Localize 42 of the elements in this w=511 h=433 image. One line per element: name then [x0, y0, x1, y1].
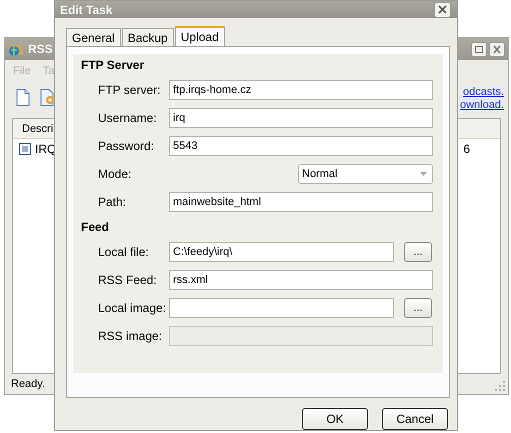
dropdown[interactable]: Normal	[298, 164, 433, 184]
table-cell: 6	[463, 142, 470, 156]
field-label: Username:	[98, 111, 158, 125]
link[interactable]: ownload.	[460, 99, 504, 112]
caret-icon	[420, 172, 427, 176]
section-heading: Feed	[81, 219, 110, 236]
section-heading: FTP Server	[81, 57, 146, 74]
field-label: Password:	[98, 139, 156, 153]
column-header[interactable]: Descri	[22, 122, 54, 134]
close-icon	[489, 42, 505, 56]
input-field[interactable]	[169, 298, 394, 318]
input-field[interactable]: rss.xml	[169, 270, 433, 290]
field-label: Mode:	[98, 167, 132, 181]
tab[interactable]: Backup	[122, 28, 174, 46]
field-label: Local file:	[98, 245, 150, 259]
dialog-button[interactable]: OK	[302, 408, 368, 430]
document-icon	[16, 89, 30, 106]
resize-grip-icon	[495, 381, 505, 391]
field-label: RSS image:	[98, 329, 164, 343]
field-label: FTP server:	[98, 83, 162, 97]
tab[interactable]: Upload	[174, 26, 225, 46]
input-field[interactable]: mainwebsite_html	[169, 192, 433, 212]
field-label: Local image:	[98, 301, 168, 315]
field-label: RSS Feed:	[98, 273, 158, 287]
feed-icon	[19, 143, 31, 155]
input-field[interactable]: 5543	[169, 136, 433, 156]
browse-button[interactable]: ...	[404, 298, 432, 318]
input-field[interactable]: C:\feedy\irq\	[169, 242, 394, 262]
dialog-button[interactable]: Cancel	[382, 408, 448, 430]
document-gear-icon	[40, 89, 56, 106]
status-text: Ready.	[11, 378, 46, 390]
close-icon	[438, 5, 447, 14]
browse-button[interactable]: ...	[404, 242, 432, 262]
tab[interactable]: General	[66, 28, 121, 46]
window-title: RSS	[28, 42, 53, 56]
input-field[interactable]: ftp.irqs-home.cz	[169, 80, 433, 100]
input-field[interactable]: irq	[169, 108, 433, 128]
field-label: Path:	[98, 195, 128, 209]
close-button[interactable]	[434, 2, 451, 18]
dialog-title: Edit Task	[60, 2, 112, 16]
maximize-icon	[471, 42, 487, 56]
link[interactable]: odcasts.	[463, 86, 504, 99]
